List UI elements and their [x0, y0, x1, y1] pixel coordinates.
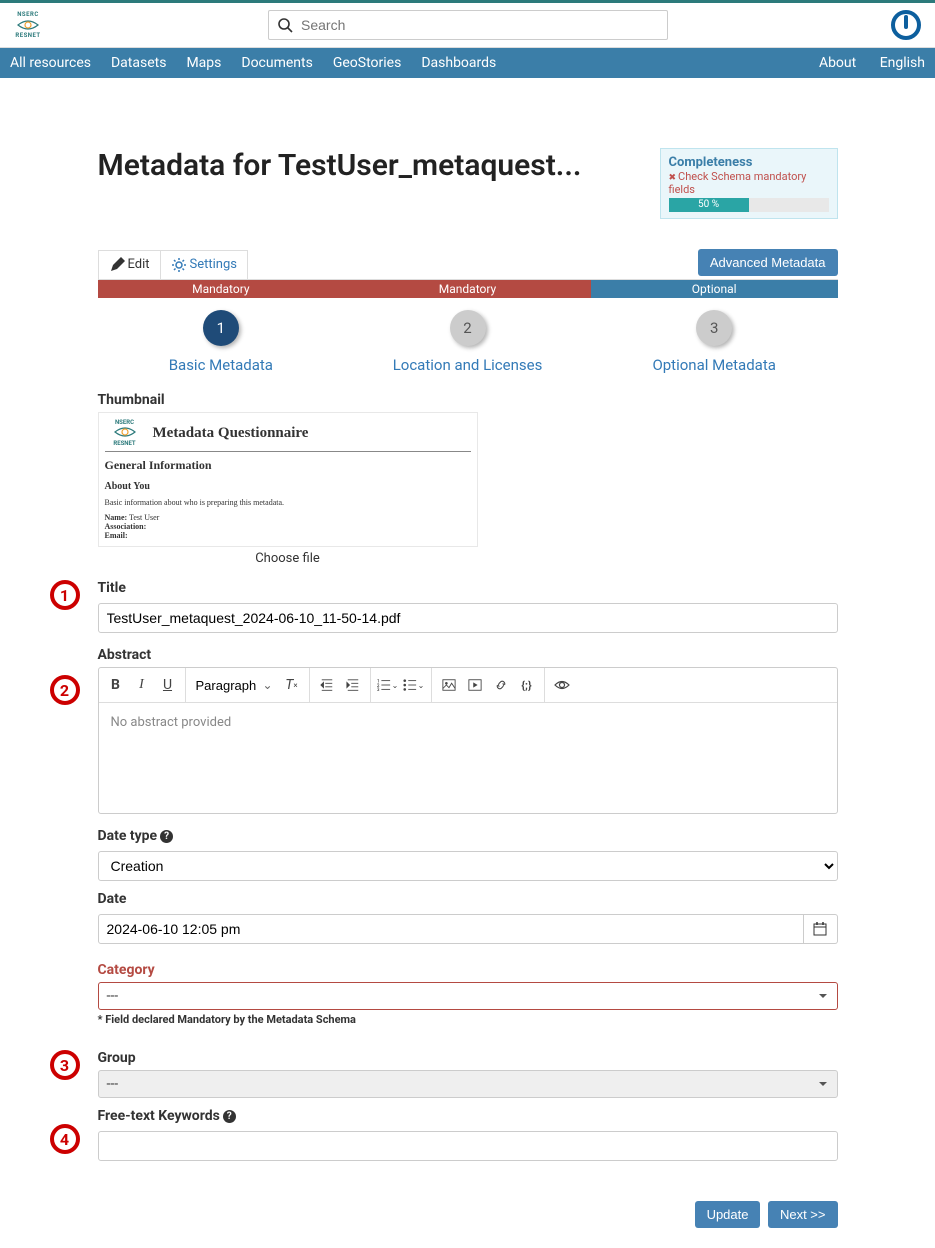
update-button[interactable]: Update — [695, 1201, 761, 1228]
help-icon[interactable]: ? — [160, 830, 173, 843]
paragraph-select[interactable]: Paragraph — [190, 674, 279, 697]
underline-button[interactable]: U — [155, 671, 181, 699]
image-button[interactable] — [436, 671, 462, 699]
date-input[interactable] — [98, 914, 804, 944]
calendar-button[interactable] — [804, 914, 838, 944]
step-2-circle: 2 — [450, 310, 486, 346]
title-input[interactable] — [98, 603, 838, 633]
nav-language[interactable]: English — [880, 55, 925, 71]
advanced-metadata-button[interactable]: Advanced Metadata — [698, 249, 838, 276]
keywords-input[interactable] — [98, 1131, 838, 1161]
annotation-2: 2 — [50, 675, 80, 705]
abstract-label: Abstract — [98, 647, 838, 663]
step-1[interactable]: 1 Basic Metadata — [98, 310, 345, 374]
group-select[interactable]: --- — [98, 1070, 838, 1098]
nav-maps[interactable]: Maps — [186, 55, 221, 71]
step-3-circle: 3 — [696, 310, 732, 346]
date-label: Date — [98, 891, 838, 907]
title-label: Title — [98, 580, 838, 596]
keywords-label: Free-text Keywords ? — [98, 1108, 838, 1124]
brand-bottom: RESNET — [15, 32, 40, 39]
step-1-circle: 1 — [203, 310, 239, 346]
stepper-bar-1: Mandatory — [98, 280, 345, 298]
eye-icon — [113, 426, 137, 438]
stepper-bar-3: Optional — [591, 280, 838, 298]
bold-button[interactable]: B — [103, 671, 129, 699]
group-label: Group — [98, 1050, 838, 1066]
progress-bar: 50 % — [669, 198, 749, 212]
stepper-bar-2: Mandatory — [344, 280, 591, 298]
italic-button[interactable]: I — [129, 671, 155, 699]
step-2-label: Location and Licenses — [344, 356, 591, 374]
indent-button[interactable] — [340, 671, 366, 699]
nav-about[interactable]: About — [819, 55, 856, 71]
editor-toolbar: B I U Paragraph T× 1 — [99, 668, 837, 703]
search-input[interactable] — [301, 17, 659, 33]
main-nav: All resources Datasets Maps Documents Ge… — [0, 48, 935, 78]
nav-geostories[interactable]: GeoStories — [333, 55, 401, 71]
tab-settings[interactable]: Settings — [160, 250, 248, 279]
brand-top: NSERC — [17, 11, 39, 18]
brand-logo[interactable]: NSERC RESNET — [8, 11, 48, 39]
date-type-select[interactable]: Creation — [98, 851, 838, 881]
preview-button[interactable] — [549, 671, 575, 699]
tab-edit-label: Edit — [128, 257, 150, 272]
tab-edit[interactable]: Edit — [98, 250, 161, 279]
category-note: * Field declared Mandatory by the Metada… — [98, 1013, 838, 1026]
outdent-button[interactable] — [314, 671, 340, 699]
search-box[interactable] — [268, 10, 668, 40]
thumb-title: Metadata Questionnaire — [153, 425, 309, 442]
annotation-1: 1 — [50, 580, 80, 610]
clear-format-button[interactable]: T× — [279, 671, 305, 699]
annotation-3: 3 — [50, 1050, 80, 1080]
page-title: Metadata for TestUser_metaquest... — [98, 148, 660, 183]
thumb-desc: Basic information about who is preparing… — [105, 498, 471, 507]
step-3-label: Optional Metadata — [591, 356, 838, 374]
abstract-editor: B I U Paragraph T× 1 — [98, 667, 838, 814]
step-1-label: Basic Metadata — [98, 356, 345, 374]
video-button[interactable] — [462, 671, 488, 699]
completeness-panel: Completeness Check Schema mandatory fiel… — [660, 148, 838, 219]
search-wrap — [268, 10, 668, 40]
topbar: NSERC RESNET — [0, 0, 935, 48]
thumbnail-label: Thumbnail — [98, 392, 838, 408]
nav-dashboards[interactable]: Dashboards — [421, 55, 496, 71]
abstract-textarea[interactable]: No abstract provided — [99, 703, 837, 813]
eye-icon — [16, 19, 40, 31]
tab-settings-label: Settings — [190, 257, 237, 272]
thumb-about: About You — [105, 481, 471, 492]
category-label: Category — [98, 962, 838, 978]
pencil-icon — [109, 257, 125, 273]
step-3[interactable]: 3 Optional Metadata — [591, 310, 838, 374]
help-icon[interactable]: ? — [223, 1110, 236, 1123]
annotation-4: 4 — [50, 1124, 80, 1154]
ordered-list-button[interactable]: 123⌄ — [375, 671, 401, 699]
thumb-general: General Information — [105, 458, 471, 473]
nav-all-resources[interactable]: All resources — [10, 55, 91, 71]
completeness-title: Completeness — [669, 155, 829, 170]
calendar-icon — [812, 921, 828, 937]
code-button[interactable]: {;} — [514, 671, 540, 699]
next-button[interactable]: Next >> — [768, 1201, 838, 1228]
date-type-label: Date type ? — [98, 828, 838, 844]
power-icon[interactable] — [891, 10, 921, 40]
thumbnail-preview: NSERC RESNET Metadata Questionnaire Gene… — [98, 412, 478, 547]
check-schema-link[interactable]: Check Schema mandatory fields — [669, 170, 829, 196]
nav-datasets[interactable]: Datasets — [111, 55, 166, 71]
progress-bar-wrap: 50 % — [669, 198, 829, 212]
unordered-list-button[interactable]: ⌄ — [401, 671, 427, 699]
step-2[interactable]: 2 Location and Licenses — [344, 310, 591, 374]
category-select[interactable]: --- — [98, 982, 838, 1010]
svg-text:3: 3 — [377, 688, 380, 692]
search-icon — [277, 17, 293, 33]
link-button[interactable] — [488, 671, 514, 699]
gear-icon — [171, 257, 187, 273]
choose-file-button[interactable]: Choose file — [98, 551, 478, 566]
nav-documents[interactable]: Documents — [241, 55, 312, 71]
